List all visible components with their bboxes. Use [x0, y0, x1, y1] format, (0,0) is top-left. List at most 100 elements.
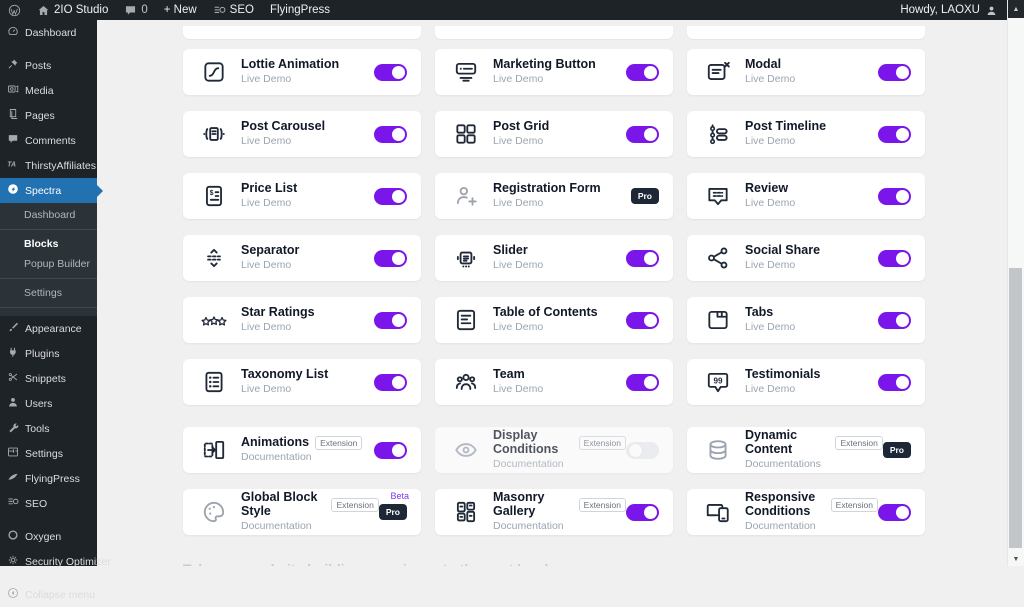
- post-carousel-subtitle-link[interactable]: Live Demo: [241, 135, 325, 148]
- sidebar-item-flyingpress[interactable]: FlyingPress: [0, 466, 97, 491]
- social-share-subtitle-link[interactable]: Live Demo: [745, 259, 820, 272]
- star-ratings-subtitle-link[interactable]: Live Demo: [241, 321, 315, 334]
- slider-subtitle-link[interactable]: Live Demo: [493, 259, 543, 272]
- post-timeline-toggle[interactable]: [878, 125, 911, 143]
- seo-icon: [7, 496, 19, 511]
- sidebar-item-security-optimizer[interactable]: Security Optimizer: [0, 549, 111, 574]
- sidebar-item-plugins[interactable]: Plugins: [0, 341, 97, 366]
- sidebar-subitem-popup-builder[interactable]: Popup Builder: [0, 254, 97, 274]
- post-carousel-toggle[interactable]: [374, 125, 407, 143]
- new-content-menu[interactable]: + New: [156, 0, 205, 20]
- sidebar-item-users[interactable]: Users: [0, 391, 97, 416]
- seo-icon: [213, 4, 226, 17]
- dynamic-content-subtitle-link[interactable]: Documentations: [745, 458, 883, 471]
- card-controls: [374, 249, 407, 267]
- scrollbar-up-arrow[interactable]: ▲: [1008, 0, 1024, 18]
- dashboard-icon: [7, 25, 19, 40]
- animations-toggle[interactable]: [374, 441, 407, 459]
- avatar: [985, 4, 998, 17]
- sidebar-item-tools[interactable]: Tools: [0, 416, 97, 441]
- post-grid-toggle[interactable]: [626, 125, 659, 143]
- comment-bubble-icon: [124, 4, 137, 17]
- account-menu[interactable]: Howdy, LAOXU: [890, 4, 1008, 17]
- scrollbar-thumb[interactable]: [1009, 268, 1022, 548]
- card-text: Slider Live Demo: [493, 244, 543, 272]
- block-title: Lottie Animation: [241, 57, 340, 72]
- testimonials-subtitle-link[interactable]: Live Demo: [745, 383, 820, 396]
- block-title: Dynamic Content Extension: [745, 429, 883, 457]
- card-text: Post Timeline Live Demo: [745, 120, 826, 148]
- table-of-contents-toggle[interactable]: [626, 311, 659, 329]
- responsive-conditions-subtitle-link[interactable]: Documentation: [745, 520, 878, 533]
- slider-toggle[interactable]: [626, 249, 659, 267]
- display-conditions-toggle[interactable]: [626, 441, 659, 459]
- post-timeline-subtitle-link[interactable]: Live Demo: [745, 135, 826, 148]
- modal-toggle[interactable]: [878, 63, 911, 81]
- social-share-toggle[interactable]: [878, 249, 911, 267]
- sidebar-subitem-dashboard[interactable]: Dashboard: [0, 205, 97, 225]
- lottie-animation-icon: [201, 59, 227, 85]
- sidebar-item-seo[interactable]: SEO: [0, 491, 97, 516]
- block-title: Team: [493, 367, 525, 382]
- price-list-toggle[interactable]: [374, 187, 407, 205]
- wp-logo-menu[interactable]: [0, 0, 29, 20]
- card-controls: [878, 373, 911, 391]
- sidebar-item-label: SEO: [25, 497, 48, 510]
- review-toggle[interactable]: [878, 187, 911, 205]
- sidebar-item-oxygen[interactable]: Oxygen: [0, 524, 97, 549]
- sidebar-item-snippets[interactable]: Snippets: [0, 366, 97, 391]
- lottie-animation-toggle[interactable]: [374, 63, 407, 81]
- tabs-toggle[interactable]: [878, 311, 911, 329]
- card-text: Modal Live Demo: [745, 58, 795, 86]
- sidebar-item-label: Users: [25, 397, 53, 410]
- comments-menu[interactable]: 0: [116, 0, 155, 20]
- sidebar-item-spectra[interactable]: Spectra: [0, 178, 97, 203]
- price-list-subtitle-link[interactable]: Live Demo: [241, 197, 297, 210]
- svg-text:TA: TA: [7, 162, 16, 169]
- masonry-gallery-subtitle-link[interactable]: Documentation: [493, 520, 626, 533]
- team-toggle[interactable]: [626, 373, 659, 391]
- sidebar-item-thirstyaffiliates[interactable]: TA ThirstyAffiliates: [0, 153, 97, 178]
- animations-subtitle-link[interactable]: Documentation: [241, 451, 362, 464]
- separator-subtitle-link[interactable]: Live Demo: [241, 259, 299, 272]
- marketing-button-subtitle-link[interactable]: Live Demo: [493, 73, 596, 86]
- team-subtitle-link[interactable]: Live Demo: [493, 383, 543, 396]
- extension-badge: Extension: [315, 436, 363, 451]
- review-subtitle-link[interactable]: Live Demo: [745, 197, 795, 210]
- masonry-gallery-icon: [453, 499, 479, 525]
- sidebar-item-appearance[interactable]: Appearance: [0, 316, 97, 341]
- sidebar-item-comments[interactable]: Comments: [0, 128, 97, 153]
- tabs-subtitle-link[interactable]: Live Demo: [745, 321, 795, 334]
- separator-toggle[interactable]: [374, 249, 407, 267]
- scrollbar-down-arrow[interactable]: ▼: [1008, 552, 1024, 566]
- table-of-contents-subtitle-link[interactable]: Live Demo: [493, 321, 598, 334]
- lottie-animation-subtitle-link[interactable]: Live Demo: [241, 73, 339, 86]
- star-ratings-toggle[interactable]: [374, 311, 407, 329]
- flyingpress-menu[interactable]: FlyingPress: [262, 0, 338, 20]
- global-block-style-subtitle-link[interactable]: Documentation: [241, 520, 379, 533]
- masonry-gallery-toggle[interactable]: [626, 503, 659, 521]
- sidebar-subitem-settings[interactable]: Settings: [0, 283, 97, 303]
- sidebar-item-posts[interactable]: Posts: [0, 53, 97, 78]
- sidebar-item-dashboard[interactable]: Dashboard: [0, 20, 97, 45]
- site-name-menu[interactable]: 2IO Studio: [29, 0, 116, 20]
- taxonomy-list-subtitle-link[interactable]: Live Demo: [241, 383, 328, 396]
- registration-form-subtitle-link[interactable]: Live Demo: [493, 197, 601, 210]
- marketing-button-toggle[interactable]: [626, 63, 659, 81]
- display-conditions-subtitle-link[interactable]: Documentation: [493, 458, 626, 471]
- modal-subtitle-link[interactable]: Live Demo: [745, 73, 795, 86]
- sidebar-item-media[interactable]: Media: [0, 78, 97, 103]
- seo-menu[interactable]: SEO: [205, 0, 262, 20]
- responsive-conditions-toggle[interactable]: [878, 503, 911, 521]
- card-controls: [626, 441, 659, 459]
- post-grid-subtitle-link[interactable]: Live Demo: [493, 135, 549, 148]
- scrollbar[interactable]: ▲ ▼: [1007, 0, 1024, 566]
- testimonials-toggle[interactable]: [878, 373, 911, 391]
- blocks-grid: Lottie Animation Live Demo Marketing Butto…: [183, 49, 1008, 405]
- sidebar-item-collapse-menu[interactable]: Collapse menu: [0, 582, 97, 607]
- sidebar-item-pages[interactable]: Pages: [0, 103, 97, 128]
- taxonomy-list-toggle[interactable]: [374, 373, 407, 391]
- home-icon: [37, 4, 50, 17]
- sidebar-subitem-blocks[interactable]: Blocks: [0, 234, 97, 254]
- sidebar-item-settings[interactable]: Settings: [0, 441, 97, 466]
